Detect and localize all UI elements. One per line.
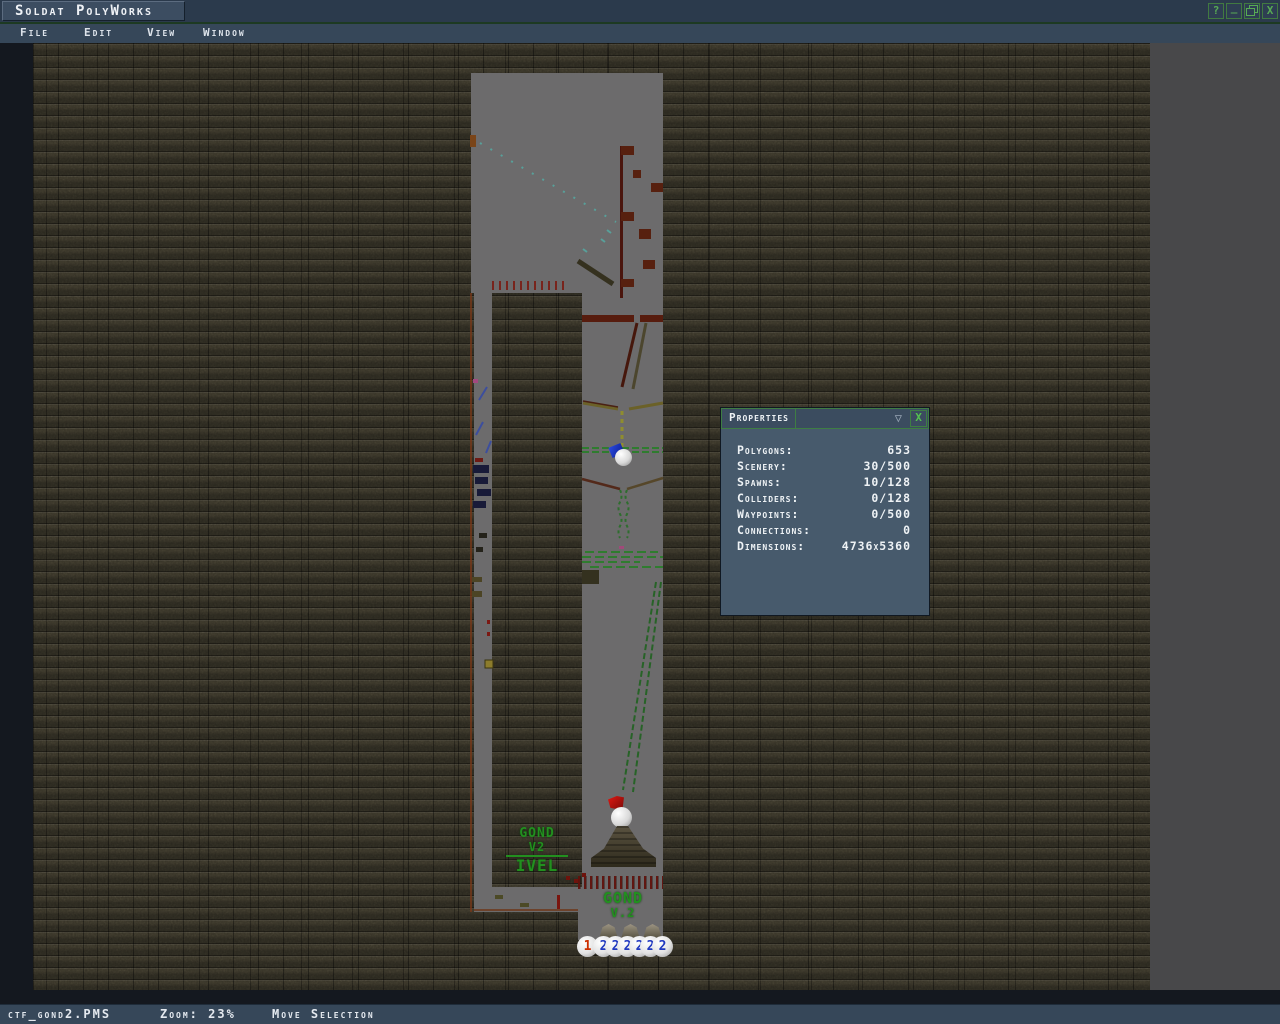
status-filename: ctf_gond2.PMS — [8, 1005, 111, 1024]
property-label: Scenery: — [737, 458, 788, 474]
properties-panel-titlebar[interactable]: Properties ▽ X — [721, 408, 929, 429]
properties-panel-title: Properties — [722, 409, 796, 428]
map-canvas[interactable]: 1 2 2 2 2 2 2 GOND V2 IVEL GOND V.2 — [0, 43, 1280, 1004]
property-label: Spawns: — [737, 474, 782, 490]
status-zoom: Zoom: 23% — [160, 1005, 236, 1024]
property-label: Connections: — [737, 522, 811, 538]
property-row-waypoints: Waypoints: 0/500 — [737, 506, 911, 522]
restore-icon — [1246, 5, 1258, 16]
close-icon: X — [915, 411, 922, 424]
graffiti-line: IVEL — [506, 855, 568, 875]
menu-view[interactable]: View — [147, 24, 176, 43]
menu-edit[interactable]: Edit — [84, 24, 113, 43]
property-value: 0/500 — [871, 506, 911, 522]
property-row-scenery: Scenery: 30/500 — [737, 458, 911, 474]
property-label: Waypoints: — [737, 506, 799, 522]
help-button[interactable]: ? — [1208, 3, 1224, 19]
map-edge-passage — [474, 909, 578, 911]
red-flag-spawn[interactable] — [605, 793, 635, 831]
properties-panel: Properties ▽ X Polygons: 653 Scenery: 30… — [720, 407, 930, 616]
close-button[interactable]: X — [1262, 3, 1278, 19]
properties-close-button[interactable]: X — [910, 410, 927, 427]
property-value: 0/128 — [871, 490, 911, 506]
canvas-right-margin — [1150, 43, 1280, 990]
scenery-red-tufts — [492, 281, 564, 290]
map-edge-left — [470, 293, 472, 912]
help-icon: ? — [1213, 4, 1220, 17]
red-flag-orb — [611, 807, 632, 828]
menu-window[interactable]: Window — [203, 24, 246, 43]
graffiti-line: V.2 — [594, 907, 652, 920]
map-polygon-left-channel[interactable] — [474, 293, 492, 912]
app-title-text: Soldat PolyWorks — [15, 3, 153, 19]
property-value: 4736x5360 — [842, 538, 911, 554]
property-value: 0 — [903, 522, 911, 538]
minimize-icon: _ — [1231, 1, 1238, 14]
properties-rows: Polygons: 653 Scenery: 30/500 Spawns: 10… — [737, 442, 911, 554]
graffiti-wall-text: GOND V2 IVEL — [506, 827, 568, 875]
property-label: Colliders: — [737, 490, 799, 506]
property-row-colliders: Colliders: 0/128 — [737, 490, 911, 506]
window-controls: ? _ X — [1208, 3, 1278, 19]
statusbar: ctf_gond2.PMS Zoom: 23% Move Selection — [0, 1004, 1280, 1024]
graffiti-line: GOND — [594, 890, 652, 907]
menu-file[interactable]: File — [20, 24, 49, 43]
property-row-polygons: Polygons: 653 — [737, 442, 911, 458]
map-polygon-top-room[interactable] — [471, 73, 663, 293]
property-label: Polygons: — [737, 442, 794, 458]
app-title: Soldat PolyWorks — [2, 1, 185, 21]
minimize-button[interactable]: _ — [1226, 3, 1242, 19]
blue-flag-spawn[interactable] — [608, 443, 634, 471]
app-window: Soldat PolyWorks ? _ X File Edit View Wi… — [0, 0, 1280, 1024]
property-value: 10/128 — [863, 474, 911, 490]
blue-flag-orb — [615, 449, 632, 466]
property-row-connections: Connections: 0 — [737, 522, 911, 538]
property-row-dimensions: Dimensions: 4736x5360 — [737, 538, 911, 554]
property-value: 653 — [887, 442, 911, 458]
close-icon: X — [1267, 4, 1274, 17]
graffiti-bottom-text: GOND V.2 — [594, 890, 652, 920]
spawn-orb[interactable]: 2 — [652, 936, 673, 957]
titlebar: Soldat PolyWorks ? _ X — [0, 0, 1280, 22]
property-label: Dimensions: — [737, 538, 805, 554]
menubar: File Edit View Window — [0, 24, 1280, 43]
dropdown-icon[interactable]: ▽ — [895, 411, 902, 426]
restore-button[interactable] — [1244, 3, 1260, 19]
graffiti-line: V2 — [506, 841, 568, 854]
property-value: 30/500 — [863, 458, 911, 474]
scenery-thorn-row — [578, 876, 663, 889]
property-row-spawns: Spawns: 10/128 — [737, 474, 911, 490]
status-active-tool: Move Selection — [272, 1005, 375, 1024]
